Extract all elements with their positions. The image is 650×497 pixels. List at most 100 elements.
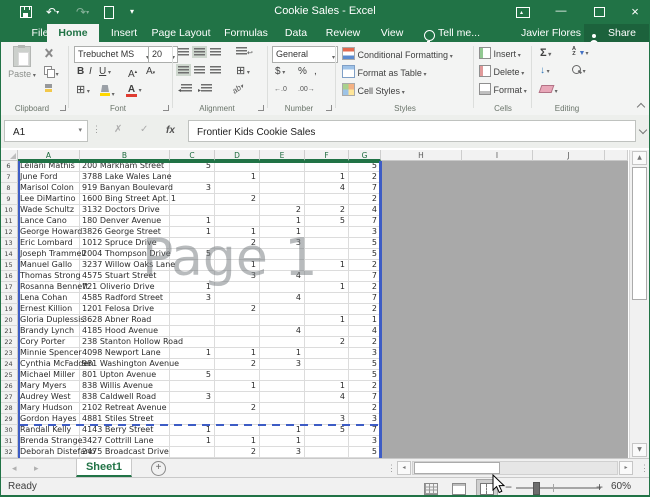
cell-value[interactable]: 7 [349, 271, 381, 282]
cell-name[interactable]: Thomas Strong [18, 271, 81, 282]
cell-value[interactable]: 2 [215, 304, 260, 315]
zoom-slider-thumb[interactable] [533, 482, 540, 495]
cancel-icon[interactable]: ✗ [114, 124, 122, 135]
cell-name[interactable]: Marisol Colon [18, 183, 80, 194]
cell-value[interactable]: 7 [349, 183, 381, 194]
column-header-H[interactable]: H [381, 150, 462, 161]
cell-value[interactable]: 2 [260, 205, 305, 216]
font-name-combo[interactable]: Trebuchet MS▾ [74, 46, 152, 63]
cell-address[interactable]: 981 Washington Avenue [80, 359, 179, 370]
cell-name[interactable]: Brenda Strange [18, 436, 83, 447]
number-format-combo[interactable]: General ▾ [272, 46, 338, 63]
cell-value[interactable]: 1 [170, 436, 215, 447]
row-header[interactable]: 30 [0, 425, 18, 436]
new-sheet-icon[interactable]: + [151, 461, 166, 476]
row-header[interactable]: 31 [0, 436, 18, 447]
cell-value[interactable]: 3 [170, 293, 215, 304]
cell-address[interactable]: 3628 Abner Road [80, 315, 170, 326]
cell-value[interactable]: 2 [349, 337, 381, 348]
cell-value[interactable] [260, 315, 305, 326]
cell-value[interactable]: 1 [260, 436, 305, 447]
wrap-text-icon[interactable]: ↩ [236, 47, 253, 57]
cell-value[interactable] [260, 392, 305, 403]
clipboard-dialog-launcher[interactable] [60, 105, 66, 111]
column-header-E[interactable]: E [260, 150, 305, 161]
cell-value[interactable] [215, 216, 260, 227]
align-left-icon[interactable] [176, 64, 191, 76]
fill-button[interactable]: ↓ ▾ [540, 65, 550, 76]
vertical-scrollbar[interactable]: ▲ ▼ [629, 150, 649, 458]
hscroll-left-icon[interactable]: ◂ [397, 461, 411, 475]
cell-name[interactable]: Randall Kelly [18, 425, 80, 436]
column-header-J[interactable]: J [533, 150, 605, 161]
cell-value[interactable] [305, 304, 349, 315]
cell-value[interactable] [215, 425, 260, 436]
cell-name[interactable]: Lena Cohan [18, 293, 80, 304]
cell-value[interactable]: 3 [260, 447, 305, 458]
cell-address[interactable]: 3427 Cottrill Lane [80, 436, 170, 447]
print-area-border-right[interactable] [379, 161, 382, 458]
cell-value[interactable] [305, 359, 349, 370]
insert-cells-button[interactable]: Insert ▾ [479, 47, 521, 59]
copy-icon[interactable]: ▾ [44, 66, 59, 78]
cell-value[interactable] [170, 403, 215, 414]
tab-page-layout[interactable]: Page Layout [148, 24, 214, 42]
sort-filter-button[interactable]: AZ ▼▾ [572, 46, 588, 57]
cell-value[interactable]: 4 [260, 326, 305, 337]
increase-indent-icon[interactable]: ▸ [198, 84, 213, 94]
zoom-out-icon[interactable]: − [505, 480, 512, 494]
row-header[interactable]: 32 [0, 447, 18, 458]
accounting-format-icon[interactable]: $ ▾ [275, 66, 285, 79]
row-header[interactable]: 16 [0, 271, 18, 282]
page-break-dashed-line[interactable] [20, 424, 379, 426]
cell-value[interactable]: 7 [349, 425, 381, 436]
cell-value[interactable]: 3 [170, 183, 215, 194]
underline-button[interactable]: U [99, 66, 106, 78]
column-header-C[interactable]: C [170, 150, 215, 161]
minimize-button[interactable]: — [552, 4, 570, 19]
cell-name[interactable]: Cynthia McFadden [18, 359, 93, 370]
align-center-icon[interactable] [194, 66, 205, 76]
insert-function-icon[interactable]: fx [166, 125, 175, 136]
cell-name[interactable]: Minnie Spencer [18, 348, 82, 359]
cell-address[interactable]: 4098 Newport Lane [80, 348, 170, 359]
cell-value[interactable] [215, 183, 260, 194]
cell-value[interactable]: 5 [305, 216, 349, 227]
font-size-combo[interactable]: 20 ▾ [148, 46, 178, 63]
align-middle-icon[interactable] [192, 46, 207, 58]
increase-decimal-icon[interactable]: ←.0 [274, 86, 287, 93]
cell-value[interactable]: 2 [215, 403, 260, 414]
tell-me-box[interactable]: Tell me... [438, 24, 490, 42]
cell-address[interactable]: 4185 Hood Avenue [80, 326, 170, 337]
row-header[interactable]: 24 [0, 359, 18, 370]
cell-address[interactable]: 1201 Felosa Drive [80, 304, 170, 315]
sheet-nav-left-icon[interactable]: ◂ [12, 463, 17, 474]
cell-value[interactable]: 3 [349, 348, 381, 359]
cell-name[interactable]: Cory Porter [18, 337, 80, 348]
paste-button[interactable]: Paste ▾ [6, 45, 38, 79]
scroll-up-icon[interactable]: ▲ [632, 151, 647, 165]
cell-value[interactable] [215, 315, 260, 326]
cell-name[interactable]: Mary Hudson [18, 403, 80, 414]
row-header[interactable]: 29 [0, 414, 18, 425]
cell-address[interactable]: 4143 Berry Street [80, 425, 170, 436]
cell-value[interactable] [305, 194, 349, 205]
cell-value[interactable]: 2 [349, 304, 381, 315]
cell-name[interactable]: Rosanna Bennett [18, 282, 89, 293]
cell-address[interactable]: 919 Banyan Boulevard [80, 183, 173, 194]
cell-value[interactable] [260, 403, 305, 414]
comma-style-icon[interactable]: , [314, 66, 317, 78]
align-bottom-icon[interactable] [210, 48, 221, 58]
cell-address[interactable]: 2475 Broadcast Drive [80, 447, 170, 458]
row-header[interactable]: 14 [0, 249, 18, 260]
row-header[interactable]: 27 [0, 392, 18, 403]
cell-address[interactable]: 180 Denver Avenue [80, 216, 170, 227]
conditional-formatting-button[interactable]: Conditional Formatting ▾ [342, 47, 453, 60]
cell-name[interactable]: Wade Schultz [18, 205, 80, 216]
row-header[interactable]: 9 [0, 194, 18, 205]
cell-value[interactable] [305, 403, 349, 414]
cell-value[interactable] [260, 172, 305, 183]
column-header-F[interactable]: F [305, 150, 349, 161]
font-color-icon[interactable]: A ▾ [126, 84, 142, 97]
enter-icon[interactable]: ✓ [140, 124, 148, 135]
